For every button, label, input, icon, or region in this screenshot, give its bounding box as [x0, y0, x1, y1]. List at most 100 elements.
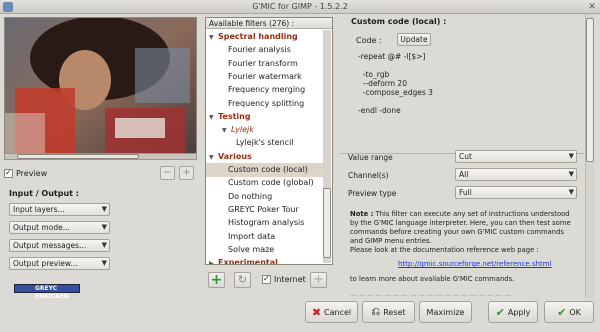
plus-icon: +: [313, 272, 324, 287]
tree-item-solve-maze[interactable]: Solve maze: [206, 243, 324, 257]
tree-category-spectral-handling[interactable]: ▼ Spectral handling: [206, 30, 324, 44]
tree-item-fourier-watermark[interactable]: Fourier watermark: [206, 70, 324, 84]
tree-row-label: Custom code (global): [228, 178, 314, 188]
tree-item-fourier-analysis[interactable]: Fourier analysis: [206, 43, 324, 57]
preview-scroll-thumb[interactable]: [17, 154, 139, 159]
input-layers-value: Input layers...: [13, 205, 65, 214]
filters-scrollbar[interactable]: [323, 30, 331, 263]
filters-header: Available filters (276) :: [206, 18, 332, 29]
tree-category-various[interactable]: ▼ Various: [206, 150, 324, 164]
tree-row-label: Lylejk's stencil: [236, 138, 294, 148]
filter-title: Custom code (local) :: [351, 17, 447, 26]
output-messages-combo[interactable]: Output messages... ▼: [9, 239, 110, 252]
tree-category-testing[interactable]: ▼ Testing: [206, 110, 324, 124]
channels-select[interactable]: All ▼: [455, 168, 577, 181]
tree-item-custom-code-local[interactable]: Custom code (local): [206, 163, 324, 177]
io-title: Input / Output :: [9, 189, 79, 198]
chevron-down-icon: ▼: [101, 241, 107, 249]
refresh-filters-button[interactable]: ↻: [234, 272, 251, 288]
learn-text: to learn more about available G'MIC comm…: [350, 275, 515, 283]
preview-type-label: Preview type: [348, 189, 397, 198]
reset-icon: ⎌: [371, 305, 381, 318]
apply-label: Apply: [507, 307, 531, 317]
value-range-value: Cut: [459, 152, 472, 161]
tree-item-frequency-merging[interactable]: Frequency merging: [206, 83, 324, 97]
zoom-in-button[interactable]: +: [179, 166, 194, 180]
code-text[interactable]: -repeat @# -l[$>] -to_rgb --deform 20 -c…: [358, 52, 433, 115]
tree-category-experimental[interactable]: ▶ Experimental: [206, 256, 324, 265]
ok-label: OK: [569, 307, 581, 317]
note-text: Note : This filter can execute any set o…: [350, 210, 578, 246]
refresh-icon: ↻: [237, 273, 248, 286]
cancel-button[interactable]: ✖ Cancel: [305, 301, 358, 323]
preview-toggle[interactable]: Preview: [4, 168, 48, 178]
chevron-down-icon: ▼: [568, 170, 574, 178]
tree-item-fourier-transform[interactable]: Fourier transform: [206, 57, 324, 71]
settings-scrollbar[interactable]: [585, 14, 594, 298]
settings-scroll-thumb[interactable]: [586, 18, 594, 162]
channels-value: All: [459, 170, 469, 179]
check-icon: ✔: [495, 305, 505, 319]
ok-button[interactable]: ✔ OK: [544, 301, 594, 323]
reset-label: Reset: [383, 307, 406, 317]
tree-row-label: Testing: [218, 111, 251, 121]
chevron-down-icon: ▼: [101, 205, 107, 213]
output-mode-value: Output mode...: [13, 223, 70, 232]
internet-toggle[interactable]: Internet: [262, 274, 306, 284]
filters-tree[interactable]: Available filters (276) : ▼ Spectral hand…: [205, 17, 333, 265]
tree-row-label: Solve maze: [228, 244, 275, 254]
tree-item-custom-code-global[interactable]: Custom code (global): [206, 176, 324, 190]
gmic-logo-banner: GREYC ENSICAEN: [14, 284, 80, 300]
tree-row-label: Experimental: [218, 258, 278, 265]
tree-row-label: Fourier transform: [228, 58, 298, 68]
chevron-down-icon: ▼: [568, 152, 574, 160]
update-button[interactable]: Update: [397, 33, 431, 46]
output-preview-value: Output preview...: [13, 259, 78, 268]
tree-item-import-data[interactable]: Import data: [206, 230, 324, 244]
tree-row-label: Histogram analysis: [228, 218, 305, 228]
tree-category-lylejk[interactable]: ▼ Lylejk: [206, 123, 324, 137]
tree-row-label: Frequency merging: [228, 85, 306, 95]
tree-row-label: Import data: [228, 231, 276, 241]
plus-icon: +: [210, 272, 223, 288]
note-body: This filter can execute any set of instr…: [350, 210, 571, 245]
tree-row-label: GREYC Poker Tour: [228, 204, 299, 214]
collapsed-arrow-icon[interactable]: ▶: [209, 257, 218, 264]
internet-checkbox[interactable]: [262, 274, 271, 284]
tree-row-label: Frequency splitting: [228, 98, 305, 108]
maximize-button[interactable]: Maximize: [419, 301, 472, 323]
preview-photo: [5, 18, 196, 157]
value-range-select[interactable]: Cut ▼: [455, 150, 577, 163]
output-mode-combo[interactable]: Output mode... ▼: [9, 221, 110, 234]
remove-favorite-button[interactable]: +: [310, 272, 327, 288]
tree-row-label: Various: [218, 151, 252, 161]
tree-row-label: Fourier watermark: [228, 71, 302, 81]
window-title: G'MIC for GIMP - 1.5.2.2: [252, 2, 348, 11]
close-icon[interactable]: ✕: [587, 2, 597, 12]
tree-row-label: Fourier analysis: [228, 45, 291, 55]
zoom-out-button[interactable]: −: [160, 166, 175, 180]
maximize-label: Maximize: [426, 307, 465, 317]
preview-type-value: Full: [459, 188, 472, 197]
reset-button[interactable]: ⎌ Reset: [362, 301, 415, 323]
tree-item-frequency-splitting[interactable]: Frequency splitting: [206, 97, 324, 111]
tree-item-greyc-poker-tour[interactable]: GREYC Poker Tour: [206, 203, 324, 217]
tree-item-do-nothing[interactable]: Do nothing: [206, 190, 324, 204]
preview-label: Preview: [16, 169, 48, 178]
filters-scroll-thumb[interactable]: [323, 188, 331, 258]
value-range-label: Value range: [348, 153, 393, 162]
truncated-line: — — — — — — — — — — — — — — — — — — —: [350, 291, 511, 299]
output-preview-combo[interactable]: Output preview... ▼: [9, 257, 110, 270]
input-layers-combo[interactable]: Input layers... ▼: [9, 203, 110, 216]
preview-checkbox[interactable]: [4, 168, 13, 178]
tree-item-lylejk-s-stencil[interactable]: Lylejk's stencil: [206, 136, 324, 150]
preview-type-select[interactable]: Full ▼: [455, 186, 577, 199]
preview-scrollbar[interactable]: [4, 153, 197, 160]
add-favorite-button[interactable]: +: [208, 272, 225, 288]
apply-button[interactable]: ✔ Apply: [488, 301, 538, 323]
doc-text: Please look at the documentation referen…: [350, 246, 539, 254]
preview-image[interactable]: [4, 17, 197, 158]
tree-item-histogram-analysis[interactable]: Histogram analysis: [206, 216, 324, 230]
chevron-down-icon: ▼: [568, 188, 574, 196]
reference-link[interactable]: http://gmic.sourceforge.net/reference.sh…: [398, 260, 552, 268]
